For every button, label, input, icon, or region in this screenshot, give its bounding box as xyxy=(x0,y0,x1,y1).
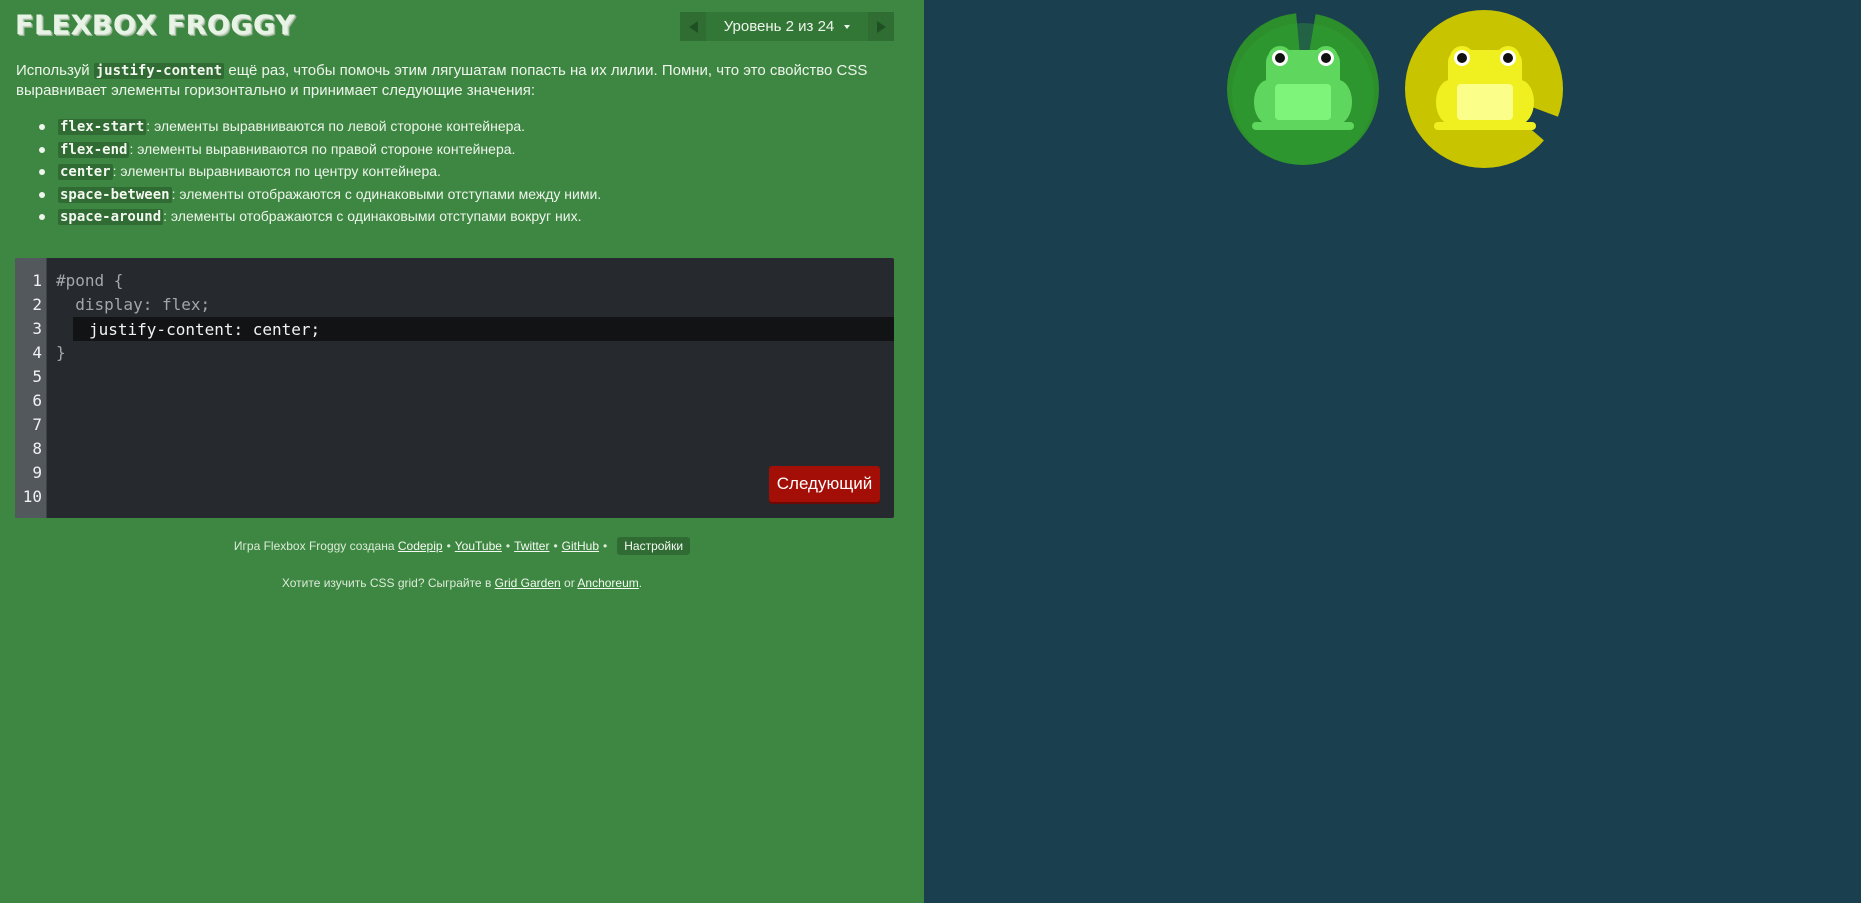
property-code: center xyxy=(58,164,113,180)
level-navigation: Уровень 2 из 24 xyxy=(680,12,894,41)
level-label: Уровень 2 из 24 xyxy=(723,18,835,35)
property-code: flex-end xyxy=(58,141,130,158)
property-code: space-around xyxy=(58,209,164,225)
separator: • xyxy=(603,539,608,553)
line-number: 6 xyxy=(32,391,42,410)
line-number-gutter: 1 2 3 4 5 6 7 8 9 10 xyxy=(15,258,47,518)
grid-garden-link[interactable]: Grid Garden xyxy=(495,576,561,590)
previous-level-button[interactable] xyxy=(680,12,706,41)
line-number: 9 xyxy=(32,463,42,482)
code-editor: 1 2 3 4 5 6 7 8 9 10 #pond { display: fl… xyxy=(15,258,894,518)
period-text: . xyxy=(638,576,643,590)
separator: • xyxy=(446,539,451,553)
property-desc: : элементы выравниваются по правой сторо… xyxy=(129,140,516,157)
css-input-field[interactable] xyxy=(73,317,894,341)
yellow-frog-icon xyxy=(1434,46,1536,130)
keyword-code: justify-content xyxy=(93,63,225,79)
instructions-pre: Используй xyxy=(16,62,94,79)
line-number: 5 xyxy=(32,367,42,386)
instructions-text: Используй justify-content ещё раз, чтобы… xyxy=(16,61,896,100)
property-desc: : элементы отображаются с одинаковыми от… xyxy=(163,208,582,224)
list-item: flex-end: элементы выравниваются по прав… xyxy=(36,138,601,161)
credits: Игра Flexbox Froggy создана Codepip • YouT… xyxy=(0,537,924,555)
separator: • xyxy=(505,539,511,553)
property-desc: : элементы отображаются с одинаковыми от… xyxy=(171,185,602,202)
property-values-list: flex-start: элементы выравниваются по ле… xyxy=(36,115,601,228)
anchoreum-link[interactable]: Anchoreum xyxy=(577,576,638,590)
list-item: space-between: элементы отображаются с о… xyxy=(36,183,601,206)
code-line-selector: #pond { xyxy=(56,271,124,290)
level-dropdown[interactable]: Уровень 2 из 24 xyxy=(706,12,868,41)
line-number: 1 xyxy=(32,271,42,290)
line-number: 10 xyxy=(22,487,42,506)
credits-text: Игра Flexbox Froggy создана xyxy=(233,539,395,553)
line-number: 8 xyxy=(32,439,42,458)
arrow-left-icon xyxy=(688,20,698,33)
property-code: space-between xyxy=(58,186,172,203)
arrow-right-icon xyxy=(876,20,886,33)
green-frog-icon xyxy=(1252,46,1354,130)
caret-down-icon xyxy=(844,24,851,29)
twitter-link[interactable]: Twitter xyxy=(514,539,549,553)
codepip-link[interactable]: Codepip xyxy=(398,539,443,553)
list-item: space-around: элементы отображаются с од… xyxy=(36,205,601,228)
pond-board xyxy=(924,0,1861,903)
list-item: flex-start: элементы выравниваются по ле… xyxy=(36,115,601,138)
more-text: Хотите изучить CSS grid? Сыграйте в xyxy=(281,576,492,590)
line-number: 7 xyxy=(32,415,42,434)
github-link[interactable]: GitHub xyxy=(562,539,599,553)
more-games: Хотите изучить CSS grid? Сыграйте в Grid… xyxy=(0,576,924,590)
instructions-panel: FLEXBOX FROGGY Уровень 2 из 24 Используй… xyxy=(0,0,924,903)
youtube-link[interactable]: YouTube xyxy=(455,539,502,553)
settings-button[interactable]: Настройки xyxy=(617,537,691,555)
property-desc: : элементы выравниваются по левой сторон… xyxy=(146,118,526,134)
separator: • xyxy=(553,539,558,553)
line-number: 3 xyxy=(32,319,42,338)
code-line-display: display: flex; xyxy=(56,295,211,314)
or-text: or xyxy=(564,576,575,590)
app-logo: FLEXBOX FROGGY xyxy=(15,10,296,41)
line-number: 4 xyxy=(32,343,42,362)
next-level-button[interactable] xyxy=(868,12,894,41)
code-line-close: } xyxy=(56,343,66,362)
property-code: flex-start xyxy=(58,119,147,135)
property-desc: : элементы выравниваются по центру конте… xyxy=(112,163,441,179)
list-item: center: элементы выравниваются по центру… xyxy=(36,160,601,183)
line-number: 2 xyxy=(32,295,42,314)
next-button[interactable]: Следующий xyxy=(769,466,880,502)
